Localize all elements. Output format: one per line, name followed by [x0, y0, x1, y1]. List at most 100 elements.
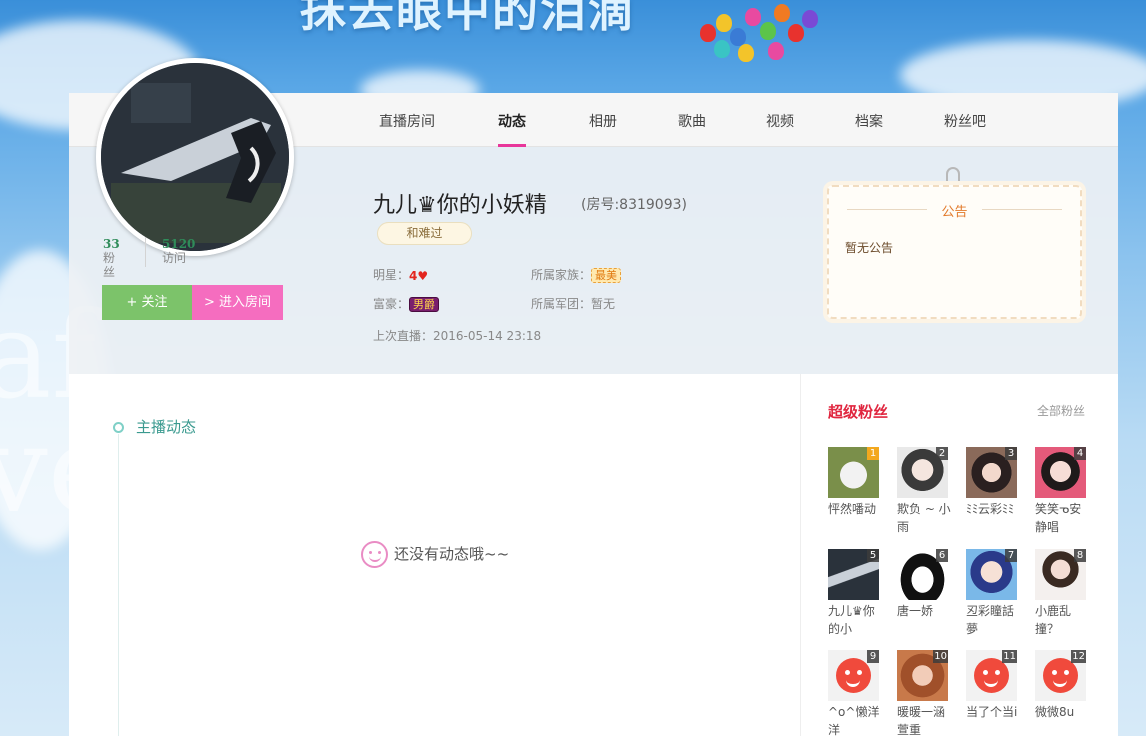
- notice-body: 暂无公告: [845, 241, 894, 255]
- fan-name: 怦然噃动: [828, 502, 877, 516]
- mood-tag: 和难过: [377, 222, 472, 245]
- feed-panel: 主播动态 还没有动态哦~~: [69, 374, 800, 736]
- fan-avatar: 8: [1035, 549, 1086, 600]
- fan-rank: 9: [867, 650, 879, 663]
- fan-avatar: 4: [1035, 447, 1086, 498]
- family-row: 所属家族： 最美: [531, 266, 622, 283]
- tab-album[interactable]: 相册: [589, 93, 617, 147]
- fan-name: 小鹿乱撞？: [1035, 604, 1072, 636]
- streamer-name: 九儿♛你的小妖精: [373, 193, 547, 218]
- fan-avatar: 1: [828, 447, 879, 498]
- fan-avatar: 12: [1035, 650, 1086, 701]
- notice-board: 公告 暂无公告: [827, 185, 1082, 319]
- visits-count: 5120: [162, 237, 196, 251]
- enter-room-button[interactable]: > 进入房间: [192, 285, 283, 320]
- fan-avatar: 6: [897, 549, 948, 600]
- user-avatar[interactable]: [96, 58, 294, 256]
- tab-videos[interactable]: 视频: [766, 93, 794, 147]
- fan-rank: 3: [1005, 447, 1017, 460]
- fan-name: 九儿♛你的小: [828, 604, 875, 636]
- fan-avatar: 7: [966, 549, 1017, 600]
- empty-feed-message: 还没有动态哦~~: [361, 541, 509, 568]
- rich-level-row: 富豪： 男爵: [373, 295, 440, 312]
- fan-rank: 4: [1074, 447, 1086, 460]
- tab-feed[interactable]: 动态: [498, 93, 526, 147]
- visits-stat: 5120 访问: [162, 237, 195, 265]
- empty-feed-text: 还没有动态哦~~: [394, 545, 510, 563]
- fan-name: 唐一娇: [897, 604, 934, 618]
- fans-label: 粉丝: [103, 251, 116, 279]
- army-row: 所属军团：暂无: [531, 297, 616, 311]
- fan-name: 当了个当i: [966, 705, 1018, 719]
- room-number: (房号:8319093): [581, 197, 687, 213]
- follow-button[interactable]: + 关注: [102, 285, 192, 320]
- fan-item[interactable]: 7 丒彩瞳話夢: [966, 549, 1018, 638]
- fan-name: 暖暖一涵萱重: [897, 705, 946, 736]
- star-level-row: 明星：4♥: [373, 266, 428, 283]
- fan-avatar: 10: [897, 650, 948, 701]
- fan-item[interactable]: 12 微微8u: [1035, 650, 1087, 721]
- fan-item[interactable]: 2 欺负 ~ 小雨: [897, 447, 951, 536]
- family-badge[interactable]: 最美: [591, 268, 622, 283]
- super-fans-title: 超级粉丝: [828, 403, 889, 421]
- fan-name: ﾐﾐ云彩ﾐﾐ: [966, 502, 1015, 516]
- notice-hook: [946, 167, 960, 185]
- balloons-icon: [690, 0, 830, 84]
- fan-item[interactable]: 1 怦然噃动: [828, 447, 880, 518]
- family-label: 所属家族：: [531, 268, 592, 282]
- notice-title: 公告: [941, 205, 968, 220]
- fan-item[interactable]: 11 当了个当i: [966, 650, 1018, 721]
- fan-item[interactable]: 4 笑笑ᓀ安静唱: [1035, 447, 1087, 536]
- fan-item[interactable]: 6 唐一娇: [897, 549, 949, 620]
- fan-avatar: 11: [966, 650, 1017, 701]
- fan-name: 笑笑ᓀ安静唱: [1035, 502, 1082, 534]
- fan-item[interactable]: 8 小鹿乱撞？: [1035, 549, 1087, 638]
- tab-profile[interactable]: 档案: [855, 93, 883, 147]
- fan-rank: 7: [1005, 549, 1017, 562]
- heart-icon: ♥: [417, 268, 429, 283]
- fan-avatar: 9: [828, 650, 879, 701]
- fan-avatar: 3: [966, 447, 1017, 498]
- fan-rank: 6: [936, 549, 948, 562]
- profile-card: 直播房间 动态 相册 歌曲 视频 档案 粉丝吧 33 粉丝 5120 访问 + …: [69, 58, 1118, 736]
- fan-item[interactable]: 5 九儿♛你的小: [828, 549, 880, 638]
- default-face-icon: [836, 658, 871, 693]
- fan-name: 欺负 ~ 小雨: [897, 502, 951, 534]
- fan-rank: 1: [867, 447, 879, 460]
- fan-name: ^o^懒洋洋: [828, 705, 880, 736]
- timeline-line: [118, 434, 119, 736]
- fans-stat[interactable]: 33 粉丝: [103, 237, 120, 279]
- all-fans-link[interactable]: 全部粉丝: [1037, 402, 1085, 419]
- fan-name: 丒彩瞳話夢: [966, 604, 1015, 636]
- feed-title: 主播动态: [136, 418, 197, 436]
- pistol-icon: [101, 63, 289, 251]
- tab-songs[interactable]: 歌曲: [678, 93, 706, 147]
- profile-header: 33 粉丝 5120 访问 + 关注 > 进入房间 九儿♛你的小妖精 (房号:8…: [69, 58, 1118, 374]
- fan-avatar: 2: [897, 447, 948, 498]
- fan-item[interactable]: 9 ^o^懒洋洋: [828, 650, 880, 736]
- default-face-icon: [974, 658, 1009, 693]
- fan-name: 微微8u: [1035, 705, 1075, 719]
- fan-rank: 8: [1074, 549, 1086, 562]
- fan-item[interactable]: 10 暖暖一涵萱重: [897, 650, 949, 736]
- rich-badge: 男爵: [409, 297, 440, 312]
- fan-rank: 11: [1002, 650, 1017, 663]
- fan-item[interactable]: 3 ﾐﾐ云彩ﾐﾐ: [966, 447, 1018, 518]
- rich-label: 富豪：: [373, 297, 410, 311]
- visits-label: 访问: [162, 251, 187, 265]
- fan-avatar: 5: [828, 549, 879, 600]
- last-live-time: 上次直播：2016-05-14 23:18: [373, 329, 542, 343]
- fan-rank: 12: [1071, 650, 1086, 663]
- fan-rank: 2: [936, 447, 948, 460]
- tab-fan-club[interactable]: 粉丝吧: [944, 93, 986, 147]
- timeline-dot: [113, 422, 124, 433]
- fan-rank: 5: [867, 549, 879, 562]
- star-level-badge: 4♥: [409, 269, 428, 283]
- tab-live-room[interactable]: 直播房间: [379, 93, 435, 147]
- smile-icon: [361, 541, 388, 568]
- banner-title: 抹去眼中的泪滴: [300, 0, 636, 37]
- super-fans-panel: 超级粉丝 全部粉丝 1 怦然噃动 2 欺负 ~ 小雨 3 ﾐﾐ云彩ﾐﾐ 4 笑笑…: [800, 374, 1118, 736]
- fans-count: 33: [103, 237, 120, 251]
- default-face-icon: [1043, 658, 1078, 693]
- fan-rank: 10: [933, 650, 948, 663]
